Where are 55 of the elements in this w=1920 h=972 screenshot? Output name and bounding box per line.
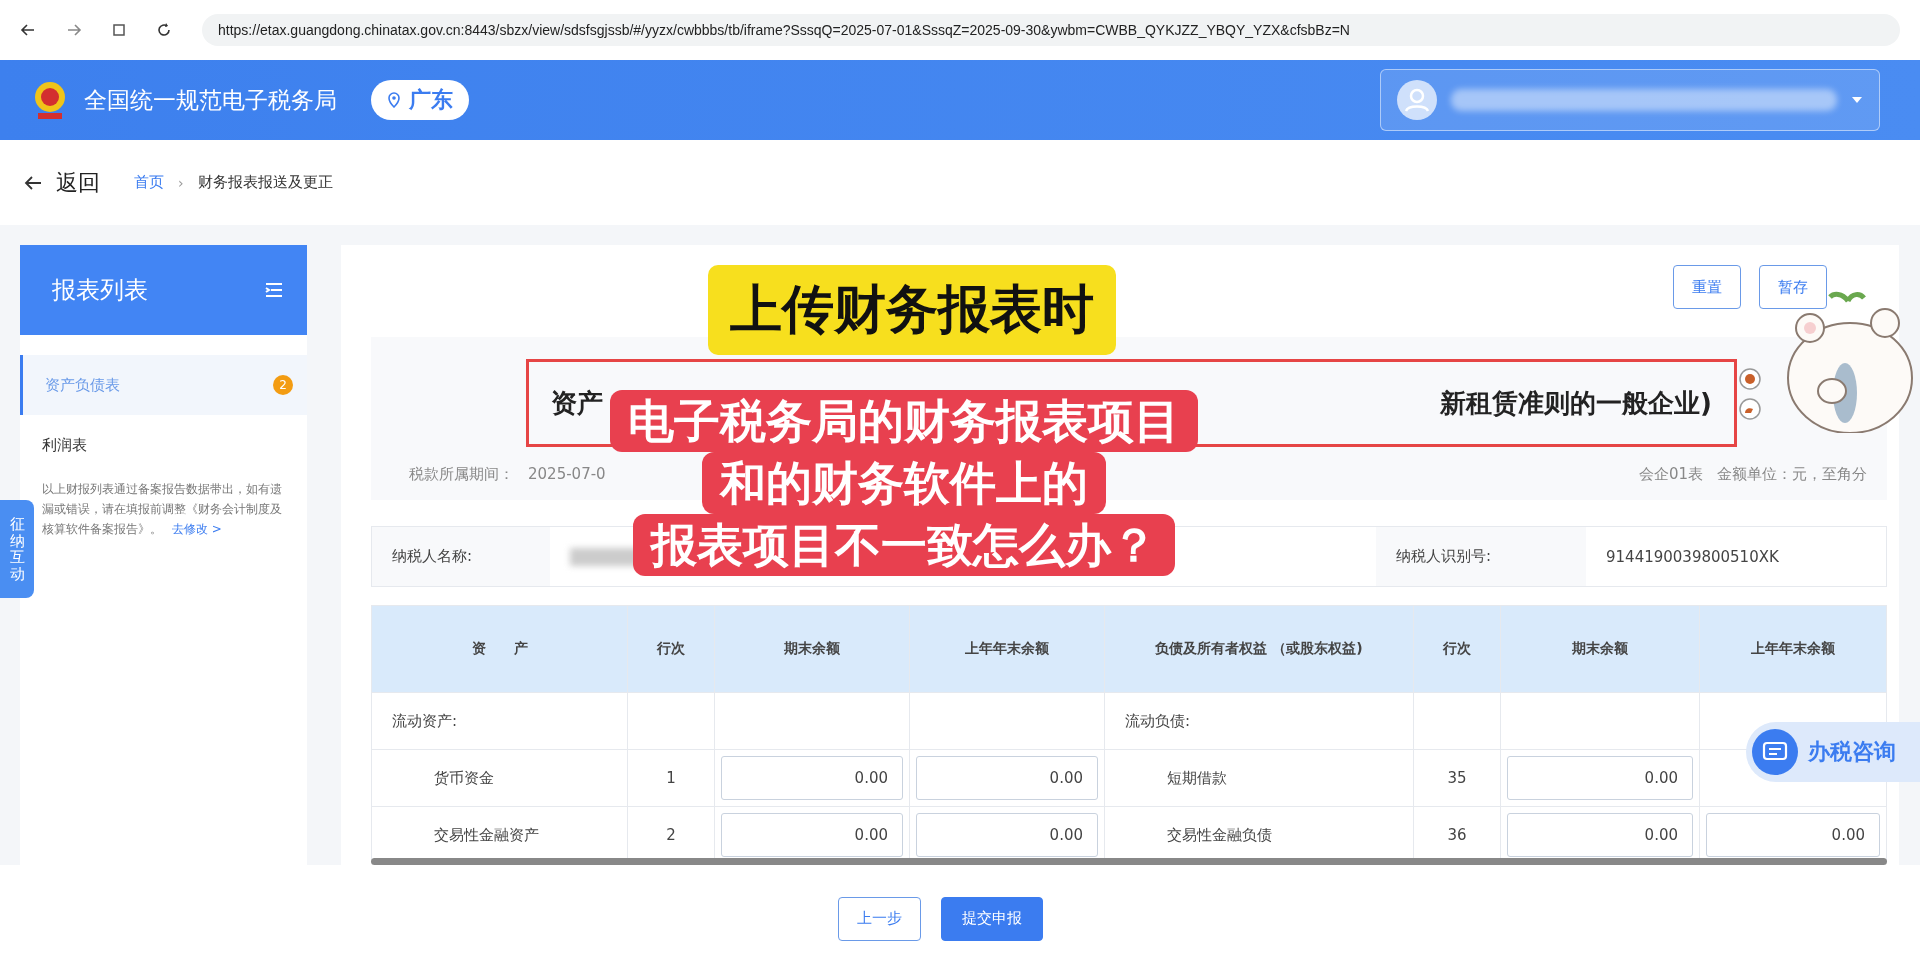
period-label: 税款所属期间： xyxy=(409,465,514,484)
table-cell: 交易性金融资产 xyxy=(434,825,539,844)
amount-field[interactable]: 0.00 xyxy=(1507,756,1693,801)
count-badge: 2 xyxy=(273,375,293,395)
unit-label: 金额单位：元，至角分 xyxy=(1717,465,1867,484)
report-title: 资产 xyxy=(551,386,603,420)
table-cell: 35 xyxy=(1447,769,1467,788)
previous-button[interactable]: 上一步 xyxy=(837,896,921,941)
amount-field[interactable]: 0.00 xyxy=(916,813,1098,858)
table-cell: 2 xyxy=(666,826,676,845)
caption-text: 报表项目不一致怎么办？ xyxy=(633,514,1175,576)
report-title: 新租赁准则的一般企业) xyxy=(1440,386,1712,420)
submit-button[interactable]: 提交申报 xyxy=(940,896,1043,941)
sidebar-title: 报表列表 xyxy=(52,275,148,306)
edit-link[interactable]: 去修改 > xyxy=(172,522,222,536)
amount-field[interactable]: 0.00 xyxy=(721,756,903,801)
region-name: 广东 xyxy=(409,86,453,114)
column-header: 期末余额 xyxy=(714,605,910,693)
column-header: 上年年末余额 xyxy=(909,605,1105,693)
amount-field[interactable]: 0.00 xyxy=(1507,813,1693,858)
column-header: 上年年末余额 xyxy=(1699,605,1887,693)
column-header: 资 产 xyxy=(371,605,628,693)
table-cell: 货币资金 xyxy=(434,768,494,787)
sidebar-item[interactable]: 利润表 xyxy=(20,415,307,475)
column-header: 行次 xyxy=(627,605,715,693)
table-cell: 流动负债: xyxy=(1125,711,1191,730)
column-header: 期末余额 xyxy=(1500,605,1700,693)
table-cell: 流动资产: xyxy=(392,711,458,730)
form-code: 会企01表 xyxy=(1638,465,1703,484)
amount-field[interactable]: 0.00 xyxy=(1706,813,1880,858)
breadcrumb-link[interactable]: 首页 xyxy=(134,173,164,192)
amount-field[interactable]: 0.00 xyxy=(721,813,903,858)
column-header: 负债及所有者权益 （或股东权益) xyxy=(1104,605,1414,693)
table-cell: 短期借款 xyxy=(1167,768,1227,787)
caption-text: 电子税务局的财务报表项目 xyxy=(610,390,1198,452)
address-field[interactable]: https://etax.guangdong.chinatax.gov.cn:8443/sbzx/view/sdsfsgjssb/#/yyzx/cwbbbs/tb/iframe?SssqQ=2025-07-01&SssqZ=2025-09-30&ywbm=CWBB_QYKJZZ_YBQY_YZX&cfsbBz=N xyxy=(202,14,1900,46)
table-cell: 36 xyxy=(1447,826,1467,845)
info-note: 以上财报列表通过备案报告数据带出，如有遗漏或错误，请在填报前调整《财务会计制度及核算软件备案报告》。 去修改 > xyxy=(42,481,283,538)
site-title: 全国统一规范电子税务局 xyxy=(84,85,337,115)
breadcrumb-separator: › xyxy=(178,174,184,191)
field-label: 纳税人名称: xyxy=(372,527,550,587)
region-selector[interactable]: 广东 xyxy=(371,80,469,120)
table-cell: 交易性金融负债 xyxy=(1167,825,1272,844)
toolbar-button[interactable]: 暂存 xyxy=(1759,265,1827,309)
column-header: 行次 xyxy=(1413,605,1501,693)
back-link[interactable]: 返回 xyxy=(24,167,100,198)
caption-text: 和的财务软件上的 xyxy=(702,452,1106,514)
amount-field[interactable]: 0.00 xyxy=(916,756,1098,801)
table-cell: 1 xyxy=(666,769,676,788)
taxpayer-id: 9144190039800510XK xyxy=(1605,546,1780,568)
toolbar-button[interactable]: 重置 xyxy=(1673,265,1741,309)
field-label: 纳税人识别号: xyxy=(1376,527,1586,587)
caption-text: 上传财务报表时 xyxy=(708,265,1116,355)
breadcrumb-link[interactable]: 财务报表报送及更正 xyxy=(197,173,333,192)
period-value: 2025-07-0 xyxy=(528,465,606,484)
